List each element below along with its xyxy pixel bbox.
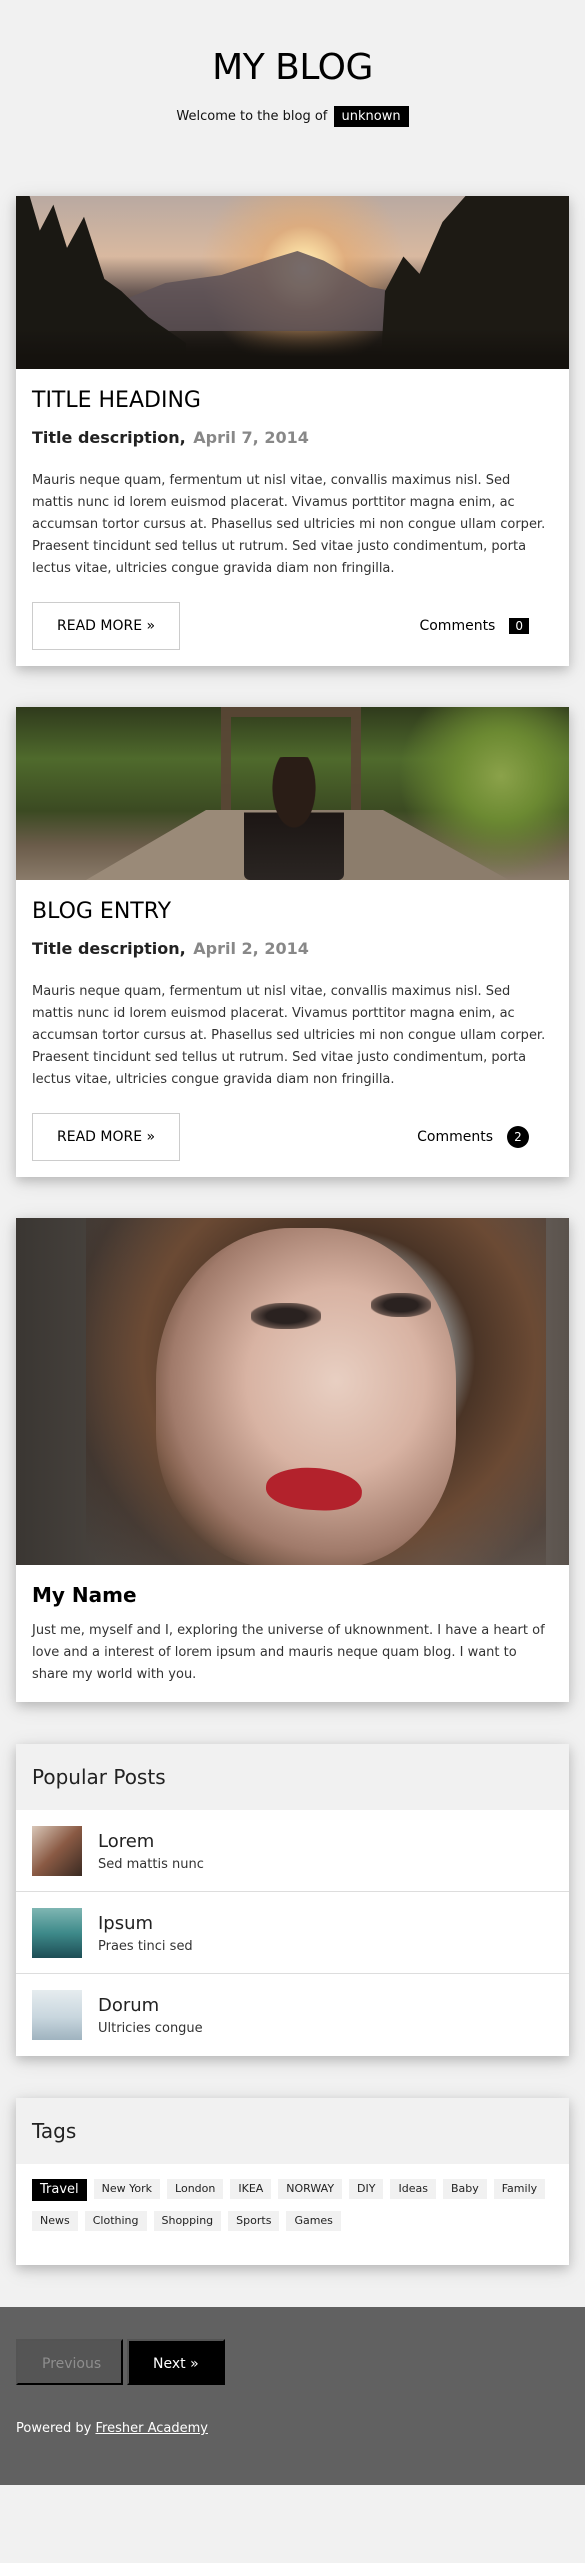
post-subtitle: Title description, April 2, 2014 <box>32 939 553 958</box>
popular-post-item[interactable]: Ipsum Praes tinci sed <box>16 1892 569 1974</box>
username-badge: unknown <box>333 106 409 127</box>
post-image-bridge <box>16 707 569 880</box>
comments-link[interactable]: Comments 0 <box>419 618 529 634</box>
about-card: My Name Just me, myself and I, exploring… <box>16 1218 569 1702</box>
tag-chip[interactable]: London <box>167 2179 224 2199</box>
popular-post-item[interactable]: Lorem Sed mattis nunc <box>16 1810 569 1892</box>
tag-chip[interactable]: Travel <box>32 2179 87 2201</box>
post-body: Mauris neque quam, fermentum ut nisl vit… <box>32 984 546 1087</box>
popular-post-title: Lorem <box>98 1830 155 1852</box>
tags-panel: Tags Travel New York London IKEA NORWAY … <box>16 2098 569 2265</box>
tag-chip[interactable]: Ideas <box>390 2179 436 2199</box>
profile-photo <box>16 1218 569 1565</box>
tag-list: News Clothing Shopping Sports Games <box>32 2211 553 2241</box>
welcome-line: Welcome to the blog of unknown <box>0 106 585 127</box>
tag-chip[interactable]: DIY <box>349 2179 384 2199</box>
previous-button[interactable]: Previous <box>16 2339 123 2385</box>
powered-by-text: Powered by <box>16 2421 92 2436</box>
tag-chip[interactable]: Clothing <box>84 2211 147 2231</box>
tag-chip[interactable]: Sports <box>228 2211 280 2231</box>
comments-count-badge: 2 <box>507 1126 529 1148</box>
post-thumbnail <box>32 1907 82 1958</box>
comments-link[interactable]: Comments 2 <box>417 1126 529 1148</box>
post-title: BLOG ENTRY <box>32 899 172 924</box>
post-date: April 2, 2014 <box>193 939 309 958</box>
tag-chip[interactable]: Games <box>286 2211 341 2231</box>
post-thumbnail <box>32 1825 82 1876</box>
tag-chip[interactable]: Family <box>493 2179 546 2199</box>
blog-post-card: BLOG ENTRY Title description, April 2, 2… <box>16 707 569 1177</box>
tag-chip[interactable]: NORWAY <box>278 2179 343 2199</box>
popular-posts-heading: Popular Posts <box>16 1744 569 1810</box>
popular-post-subtitle: Sed mattis nunc <box>98 1856 204 1872</box>
read-more-button[interactable]: READ MORE » <box>32 1113 181 1161</box>
post-date: April 7, 2014 <box>193 428 309 447</box>
popular-post-subtitle: Praes tinci sed <box>98 1938 193 1954</box>
popular-posts-list: Lorem Sed mattis nunc Ipsum Praes tinci … <box>16 1810 569 2056</box>
popular-post-subtitle: Ultricies congue <box>98 2021 203 2036</box>
comments-label: Comments <box>419 618 496 634</box>
post-subtitle: Title description, April 7, 2014 <box>32 428 553 447</box>
tag-chip[interactable]: News <box>32 2211 78 2231</box>
post-body: Mauris neque quam, fermentum ut nisl vit… <box>32 473 546 576</box>
tag-chip[interactable]: Shopping <box>153 2211 222 2231</box>
site-header: MY BLOG Welcome to the blog of unknown <box>0 0 585 196</box>
pagination: Previous Next » <box>16 2339 569 2385</box>
about-name: My Name <box>32 1583 137 1607</box>
powered-by: Powered by Fresher Academy <box>16 2421 569 2436</box>
comments-count-badge: 0 <box>509 618 529 634</box>
site-title: MY BLOG <box>212 47 373 88</box>
post-thumbnail <box>32 1990 82 2040</box>
site-footer: Previous Next » Powered by Fresher Acade… <box>0 2307 585 2485</box>
popular-post-item[interactable]: Dorum Ultricies congue <box>16 1974 569 2056</box>
tag-chip[interactable]: New York <box>93 2179 161 2199</box>
tag-chip[interactable]: IKEA <box>230 2179 272 2199</box>
post-image-mountain <box>16 196 569 369</box>
popular-posts-panel: Popular Posts Lorem Sed mattis nunc Ipsu… <box>16 1744 569 2056</box>
powered-by-link[interactable]: Fresher Academy <box>96 2421 208 2436</box>
about-text: Just me, myself and I, exploring the uni… <box>32 1623 545 1682</box>
tags-heading: Tags <box>16 2098 569 2164</box>
post-title: TITLE HEADING <box>32 388 201 413</box>
blog-post-card: TITLE HEADING Title description, April 7… <box>16 196 569 666</box>
post-description: Title description, <box>32 939 186 958</box>
popular-post-title: Ipsum <box>98 1912 154 1934</box>
comments-label: Comments <box>417 1129 493 1145</box>
read-more-button[interactable]: READ MORE » <box>32 602 181 650</box>
welcome-text: Welcome to the blog of <box>176 109 328 124</box>
post-description: Title description, <box>32 428 186 447</box>
popular-post-title: Dorum <box>98 1995 160 2016</box>
tag-list: Travel New York London IKEA NORWAY DIY I… <box>32 2179 553 2211</box>
tag-chip[interactable]: Baby <box>442 2179 487 2199</box>
next-button[interactable]: Next » <box>127 2339 225 2385</box>
